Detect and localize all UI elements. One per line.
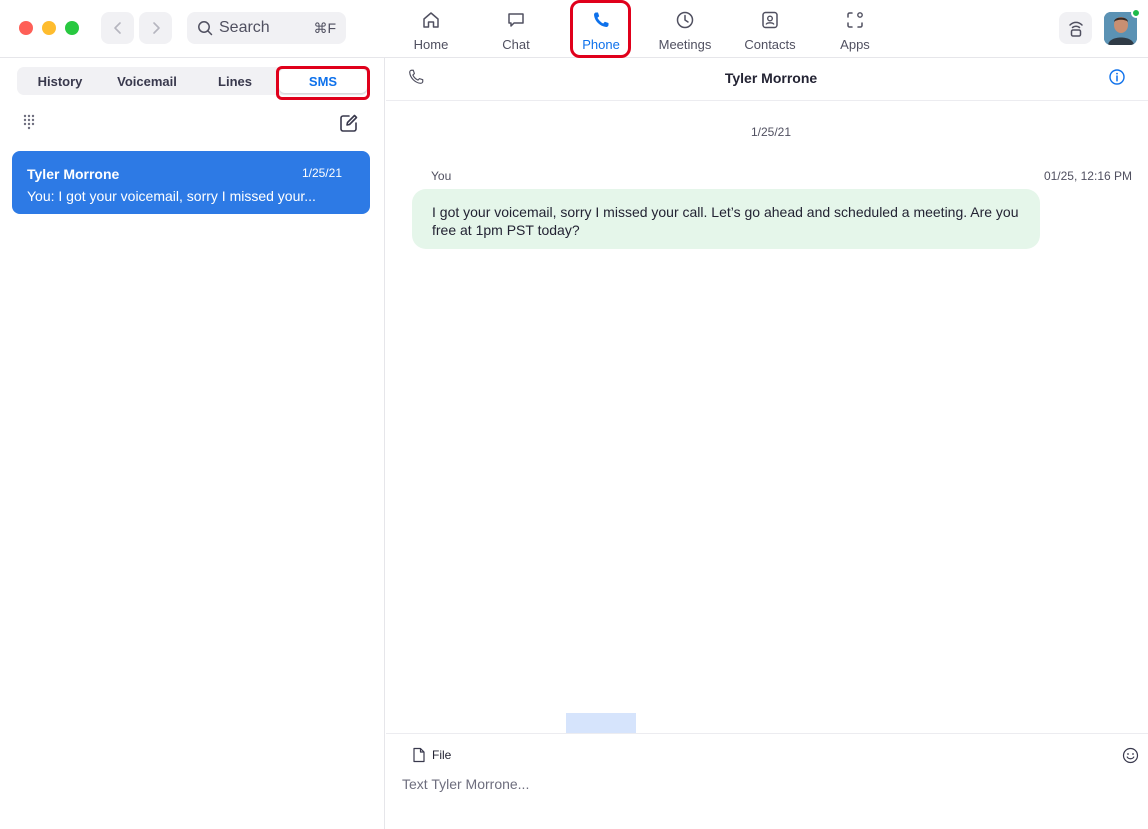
top-toolbar: Search ⌘F Home Chat Phone Meetings Conta… xyxy=(0,0,1148,58)
conversation-name: Tyler Morrone xyxy=(27,166,120,182)
tab-home-label: Home xyxy=(413,37,449,52)
search-shortcut: ⌘F xyxy=(313,19,336,36)
tab-meetings[interactable]: Meetings xyxy=(645,6,725,56)
window-minimize-button[interactable] xyxy=(42,21,56,35)
date-separator: 1/25/21 xyxy=(750,125,792,139)
window-zoom-button[interactable] xyxy=(65,21,79,35)
dialpad-icon[interactable] xyxy=(22,114,38,130)
search-icon xyxy=(198,21,213,36)
forward-button[interactable] xyxy=(139,12,172,44)
tab-contacts[interactable]: Contacts xyxy=(730,6,810,56)
presence-status-button[interactable] xyxy=(1059,12,1092,44)
phone-tab-highlight xyxy=(570,0,631,58)
tab-apps[interactable]: Apps xyxy=(815,6,895,56)
chevron-right-icon xyxy=(152,22,160,34)
message-bubble[interactable]: I got your voicemail, sorry I missed you… xyxy=(412,189,1040,249)
conversation-header: Tyler Morrone xyxy=(386,58,1148,101)
attach-file-label: File xyxy=(432,748,452,762)
tab-home[interactable]: Home xyxy=(391,6,471,56)
back-button[interactable] xyxy=(101,12,134,44)
tab-history[interactable]: History xyxy=(17,67,103,95)
tab-contacts-label: Contacts xyxy=(744,37,796,52)
conversation-date: 1/25/21 xyxy=(301,166,342,180)
tab-voicemail[interactable]: Voicemail xyxy=(103,67,191,95)
new-message-icon[interactable] xyxy=(338,112,360,134)
sms-tab-highlight xyxy=(276,66,370,100)
tab-chat-label: Chat xyxy=(502,37,530,52)
conversation-preview: You: I got your voicemail, sorry I misse… xyxy=(27,188,316,204)
search-box[interactable]: Search ⌘F xyxy=(187,12,346,44)
contacts-icon xyxy=(762,11,778,29)
sms-conversation-panel: Tyler Morrone 1/25/21 You 01/25, 12:16 P… xyxy=(386,58,1148,829)
text-selection-highlight xyxy=(566,713,636,734)
window-close-button[interactable] xyxy=(19,21,33,35)
clock-icon xyxy=(676,11,694,29)
wireless-icon xyxy=(1068,21,1083,37)
online-presence-dot xyxy=(1131,8,1141,18)
tab-apps-label: Apps xyxy=(840,37,870,52)
message-input[interactable]: Text Tyler Morrone... xyxy=(402,776,1102,792)
message-composer: File Text Tyler Morrone... xyxy=(386,733,1148,829)
home-icon xyxy=(423,12,439,28)
phone-sidebar: History Voicemail Lines SMS Tyler Morron… xyxy=(0,58,385,829)
message-timestamp: 01/25, 12:16 PM xyxy=(1043,169,1132,183)
conversation-title: Tyler Morrone xyxy=(724,70,818,86)
file-icon xyxy=(413,747,425,763)
search-label: Search xyxy=(219,19,270,36)
tab-lines[interactable]: Lines xyxy=(191,67,279,95)
chevron-left-icon xyxy=(113,22,121,34)
emoji-icon[interactable] xyxy=(1122,747,1139,769)
tab-chat[interactable]: Chat xyxy=(476,6,556,56)
info-icon[interactable] xyxy=(1108,68,1126,91)
apps-icon xyxy=(847,12,863,28)
tab-meetings-label: Meetings xyxy=(658,37,712,52)
attach-file-button[interactable]: File xyxy=(412,747,451,763)
conversation-item[interactable]: Tyler Morrone 1/25/21 You: I got your vo… xyxy=(12,151,370,214)
message-sender: You xyxy=(431,169,452,183)
chat-icon xyxy=(508,13,524,27)
